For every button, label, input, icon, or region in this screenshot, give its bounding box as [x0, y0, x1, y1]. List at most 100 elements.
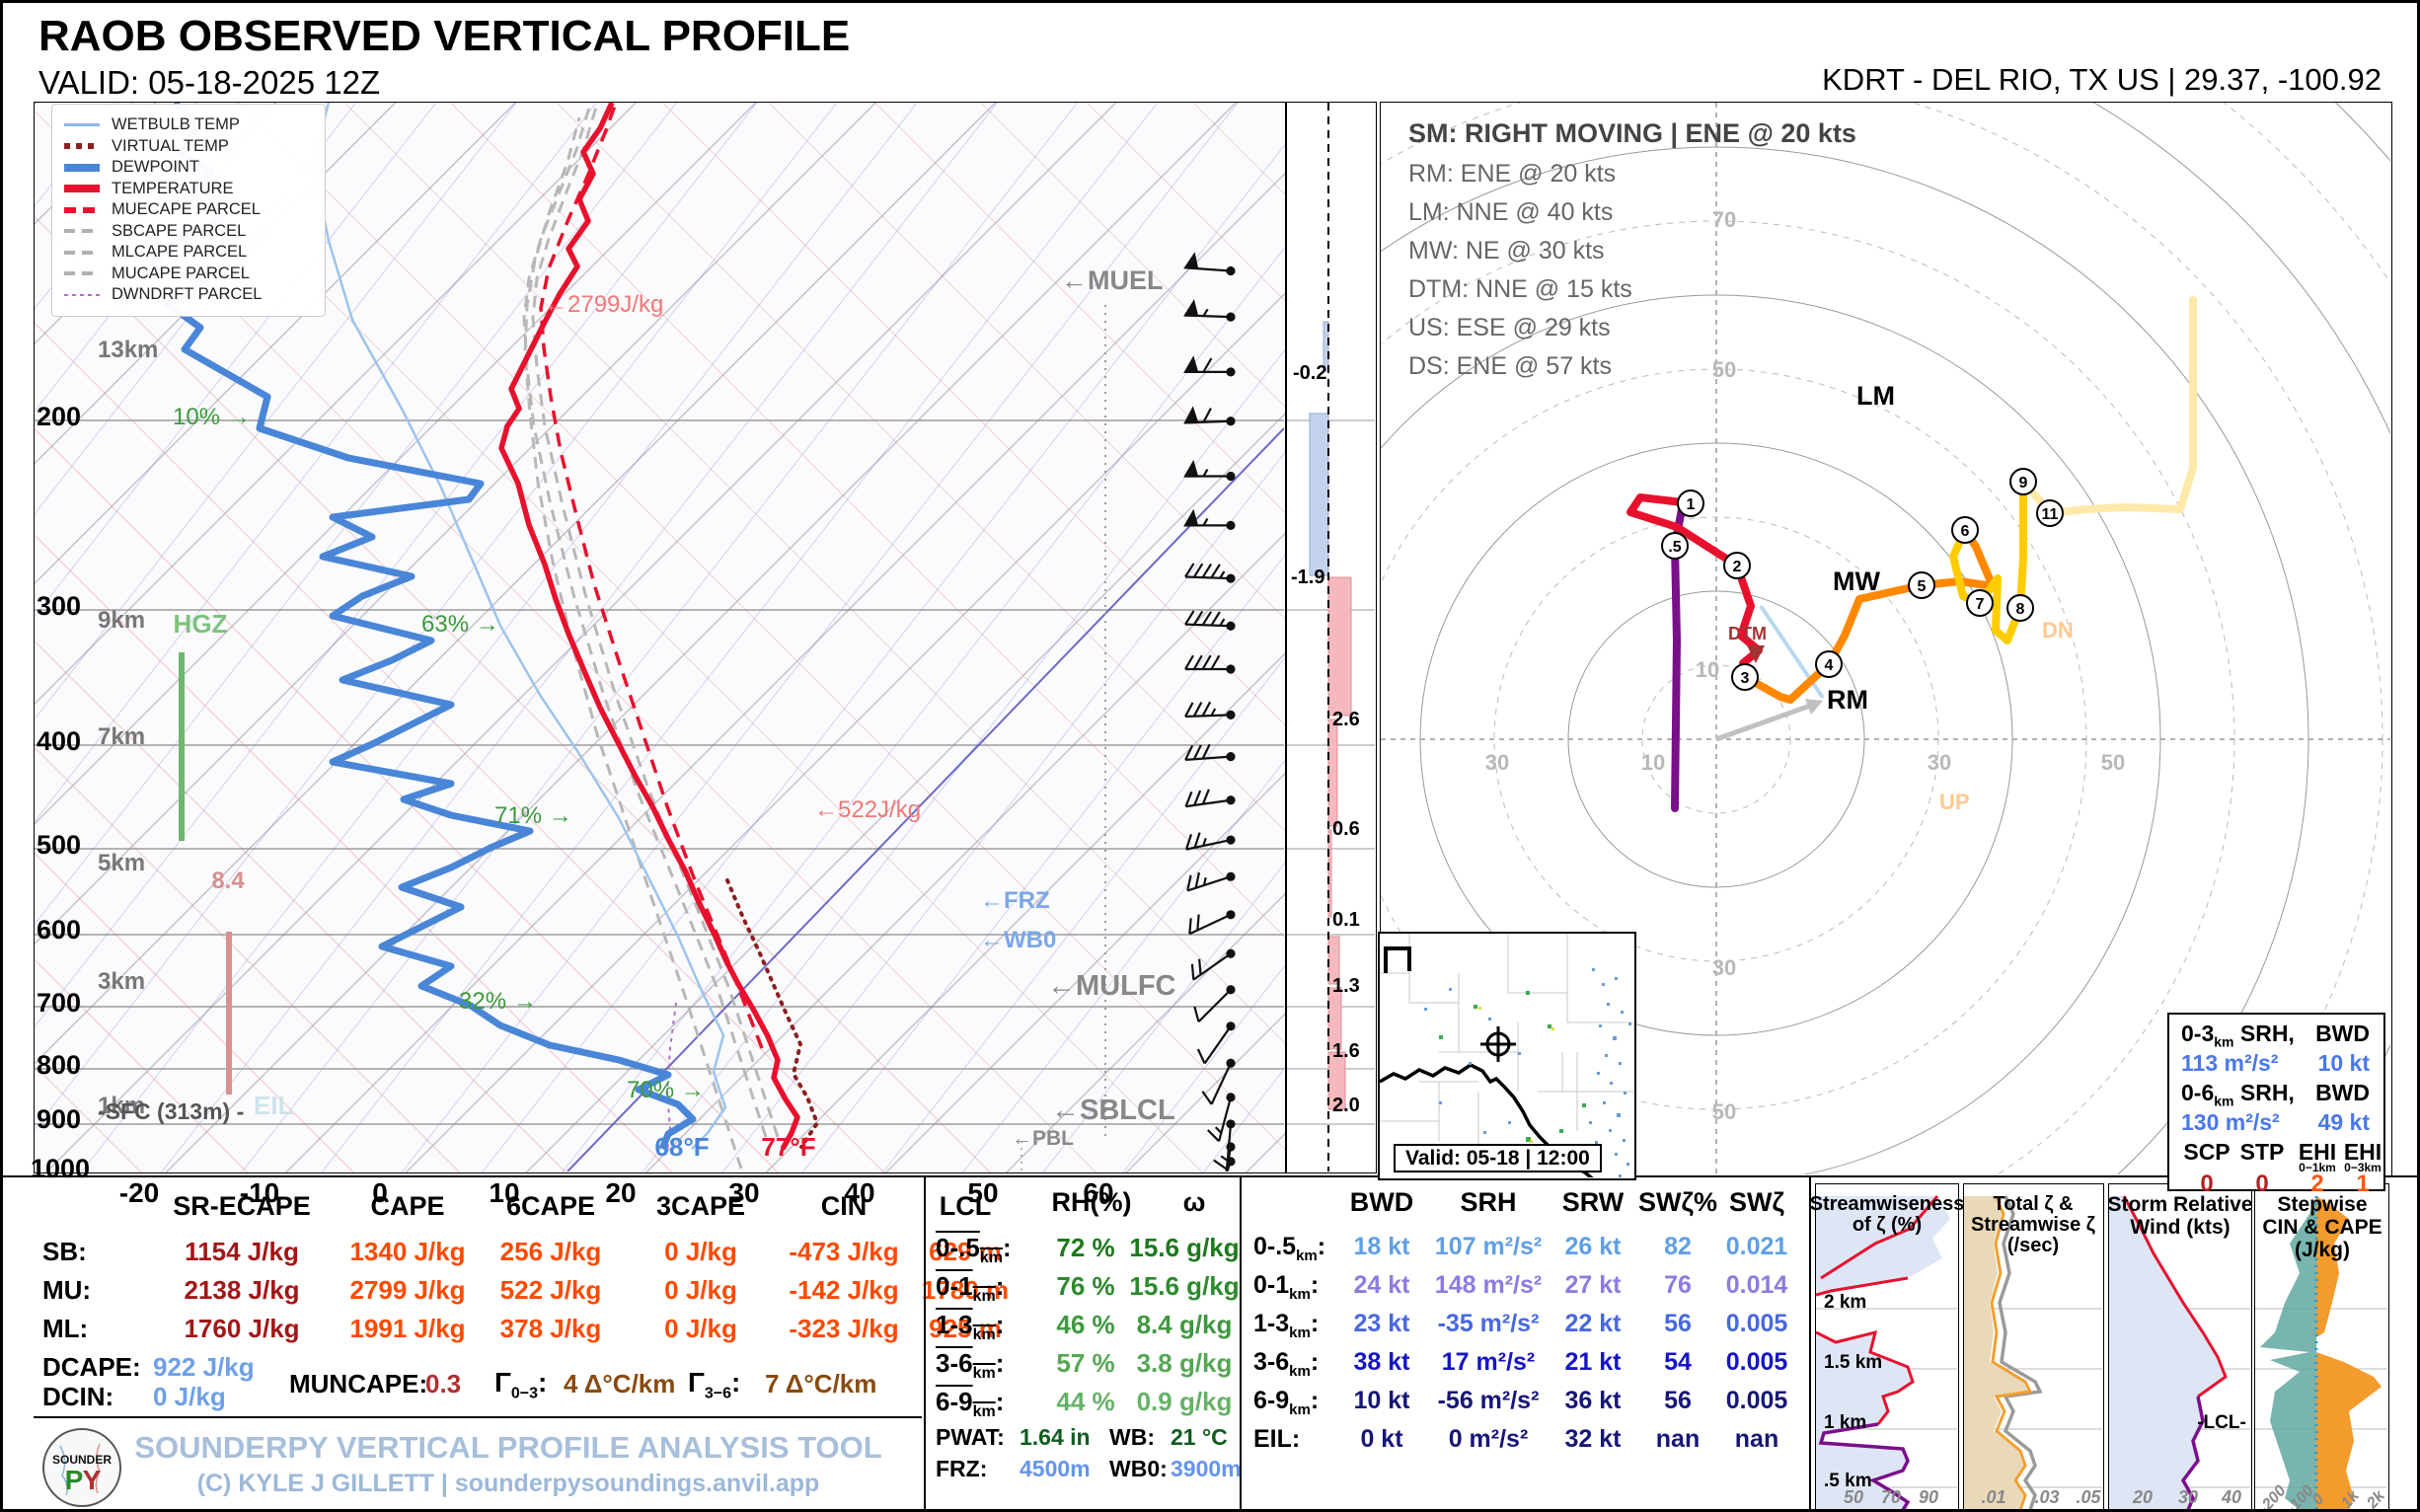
height-label: 3km — [98, 970, 145, 994]
swz-value: nan — [1735, 1427, 1778, 1452]
panel-title: CIN & CAPE — [2262, 1217, 2382, 1238]
swp-value: nan — [1656, 1427, 1700, 1452]
legend-item: TEMPERATURE — [64, 179, 313, 200]
pressure-gridlines — [35, 420, 1284, 1124]
layer-label: 6-9km: — [1253, 1389, 1319, 1417]
stp-value: 0 — [2255, 1172, 2268, 1196]
cape-mu: 2799 J/kg — [349, 1277, 465, 1303]
height-label: 9km — [98, 609, 145, 633]
omega-value: 15.6 g/kg — [1129, 1273, 1239, 1299]
gamma-0-3-value: 4 Δ°C/km — [564, 1371, 675, 1397]
temperature-swatch-icon — [64, 185, 100, 192]
legend-label: SBCAPE PARCEL — [112, 222, 246, 241]
svg-text:1: 1 — [1687, 496, 1696, 513]
advection-value: 0.6 — [1332, 818, 1360, 840]
layer-label: 0-1km: — [1253, 1273, 1319, 1302]
omega-value: 3.8 g/kg — [1137, 1350, 1233, 1376]
credit-divider — [34, 1416, 922, 1418]
muel-annotation: ←MUEL — [1061, 267, 1164, 294]
omega-value: 8.4 g/kg — [1137, 1312, 1233, 1337]
srh-value: 148 m²/s² — [1435, 1273, 1542, 1298]
srw-value: 22 kt — [1565, 1312, 1622, 1336]
layer-label: 1-3km: — [1253, 1312, 1319, 1340]
rh-annotation: 63% → — [421, 613, 499, 637]
thermo-header: CAPE — [370, 1193, 444, 1220]
swz-value: 0.014 — [1726, 1273, 1788, 1298]
cape6-sb: 256 J/kg — [500, 1239, 602, 1264]
rh-value: 72 % — [1056, 1235, 1114, 1260]
critical-angle-line — [1761, 606, 1823, 698]
wind-barbs — [1185, 255, 1235, 1172]
ehi3-value: 1 — [2356, 1172, 2369, 1196]
svg-text:11: 11 — [2042, 506, 2059, 523]
swp-value: 56 — [1664, 1389, 1692, 1413]
panel-title: Streamwise ζ — [1971, 1215, 2095, 1235]
scp-value: 0 — [2200, 1172, 2213, 1196]
temp-tick: 20 — [605, 1179, 636, 1207]
x-tick: .05 — [2076, 1488, 2100, 1506]
srw-fill — [2109, 1196, 2226, 1510]
cin-mu: -142 J/kg — [789, 1277, 898, 1303]
surface-temp-f: 77°F — [761, 1134, 815, 1160]
sm-line: SM: RIGHT MOVING | ENE @ 20 kts — [1408, 118, 1856, 148]
height-label: 7km — [98, 725, 145, 749]
ehi1-value: 2 — [2310, 1172, 2323, 1196]
bwd-row-label: BWD — [2315, 1022, 2370, 1045]
srw-panel: Storm Relative Wind (kts) -LCL- 20 30 40 — [2108, 1183, 2252, 1512]
swzeta-pct-header: SWζ% — [1638, 1189, 1717, 1216]
bwd-0-6-value: 49 kt — [2318, 1111, 2370, 1134]
legend-label: DEWPOINT — [112, 158, 199, 177]
dcape-value: 922 J/kg — [153, 1354, 255, 1380]
map-valid-label: Valid: 05-18 | 12:00 — [1394, 1144, 1602, 1172]
station-crosshair-icon — [1480, 1026, 1516, 1062]
cape6-value-annotation: ←522J/kg — [814, 798, 921, 822]
srh-value: 107 m²/s² — [1435, 1235, 1542, 1259]
pressure-label: 400 — [37, 728, 81, 755]
bwd-value: 0 kt — [1360, 1427, 1402, 1452]
advection-value: 1.3 — [1332, 975, 1360, 997]
motion-line: LM: NNE @ 40 kts — [1408, 198, 1613, 226]
srw-value: 21 kt — [1565, 1350, 1622, 1375]
credit-line2: (C) KYLE J GILLETT | sounderpysoundings.… — [197, 1472, 820, 1496]
motion-line: DTM: NNE @ 15 kts — [1408, 275, 1632, 303]
swz-value: 0.005 — [1726, 1350, 1788, 1375]
svg-text:10: 10 — [1696, 657, 1719, 682]
pbl-annotation: ←PBL — [1012, 1128, 1074, 1149]
svg-text:MW: MW — [1833, 567, 1880, 596]
advection-value: -0.2 — [1293, 362, 1326, 384]
height-label: 13km — [98, 339, 158, 362]
swz-value: 0.005 — [1726, 1389, 1788, 1413]
muncape-value: 0.3 — [425, 1371, 461, 1397]
map-border-segment — [1386, 948, 1409, 973]
layer-label: 6-9km: — [936, 1389, 1004, 1420]
gamma-0-3-label: Γ0−3: — [494, 1369, 547, 1402]
srh-value: 0 m²/s² — [1449, 1427, 1529, 1452]
svg-text:30: 30 — [1485, 750, 1509, 775]
omega-header: ω — [1183, 1189, 1206, 1216]
rh-annotation: 10% → — [173, 406, 251, 429]
advection-value: 2.0 — [1332, 1095, 1360, 1116]
lapse-rate-label: 8.4 — [211, 869, 244, 893]
wb-label: WB: — [1109, 1426, 1155, 1449]
skewt-legend: WETBULB TEMP VIRTUAL TEMP DEWPOINT TEMPE… — [51, 104, 326, 317]
frz-label: FRZ: — [936, 1458, 987, 1480]
cin-sb: -473 J/kg — [789, 1239, 898, 1264]
storm-motion-text: SM: RIGHT MOVING | ENE @ 20 kts RM: ENE … — [1408, 118, 1856, 380]
credit-line1: SOUNDERPY VERTICAL PROFILE ANALYSIS TOOL — [134, 1432, 881, 1463]
pressure-label: 500 — [37, 832, 81, 859]
svg-text:RM: RM — [1827, 685, 1868, 715]
rh-value: 76 % — [1056, 1273, 1114, 1299]
legend-item: MUCAPE PARCEL — [64, 264, 313, 285]
mucape-swatch-icon — [64, 271, 100, 275]
thermo-header: 6CAPE — [506, 1193, 595, 1220]
srw-value: 27 kt — [1565, 1273, 1622, 1298]
swz-value: 0.005 — [1726, 1312, 1788, 1336]
srh-header: SRH — [1460, 1189, 1516, 1216]
srh-0-3-value: 113 m²/s² — [2181, 1052, 2278, 1075]
mulfc-annotation: ←MULFC — [1047, 972, 1175, 1001]
gamma-3-6-value: 7 Δ°C/km — [765, 1371, 876, 1397]
thermo-header: 3CAPE — [656, 1193, 745, 1220]
legend-item: WETBULB TEMP — [64, 114, 313, 136]
x-tick: 50 — [1844, 1488, 1863, 1506]
map-inset: Valid: 05-18 | 12:00 — [1378, 932, 1636, 1180]
